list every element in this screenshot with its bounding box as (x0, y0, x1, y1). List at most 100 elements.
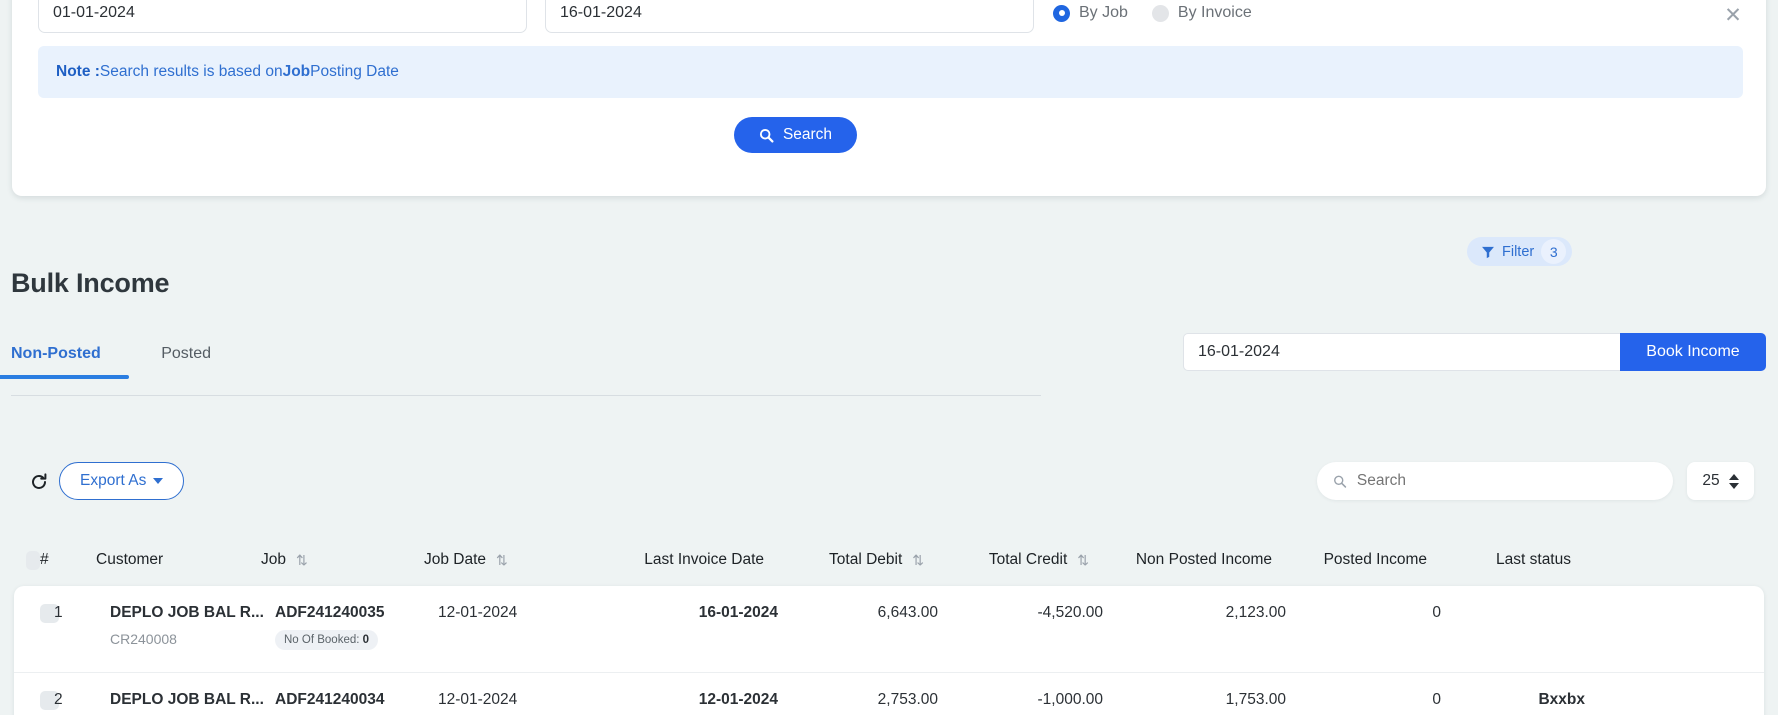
note-strong: Job (282, 63, 311, 80)
column-header-non-posted-income: Non Posted Income (1089, 551, 1272, 569)
table-search-input[interactable] (1356, 472, 1657, 490)
type-field: Type* By Job By Invoice (1053, 0, 1473, 33)
row-posted-income: 0 (1432, 691, 1441, 708)
row-non-posted-income: 1,753.00 (1225, 691, 1286, 708)
tab-posted[interactable]: Posted (161, 345, 211, 379)
stepper-updown-icon[interactable] (1728, 473, 1739, 489)
caret-down-icon (153, 478, 164, 484)
close-icon[interactable]: ✕ (1722, 4, 1744, 26)
column-header-posted-income: Posted Income (1272, 551, 1427, 569)
page-size-selector[interactable]: 25 (1687, 462, 1754, 500)
tab-divider (11, 395, 1041, 396)
page-size-value: 25 (1702, 472, 1720, 489)
note-text-2: Posting Date (310, 63, 399, 80)
column-header-job-date-label: Job Date (424, 551, 487, 568)
search-icon (759, 128, 774, 143)
column-header-customer: Customer (96, 551, 261, 569)
row-job-date: 12-01-2024 (438, 691, 518, 708)
column-header-job[interactable]: Job ⇅ (261, 551, 424, 569)
row-customer-name: DEPLO JOB BAL R... (110, 604, 264, 621)
radio-label-by-job: By Job (1079, 4, 1128, 21)
note-prefix: Note : (56, 63, 100, 80)
select-all-checkbox[interactable] (26, 550, 40, 570)
column-header-num: # (40, 551, 49, 568)
tab-non-posted[interactable]: Non-Posted (0, 345, 129, 379)
row-job-code: ADF241240035 (275, 604, 385, 621)
column-header-non-posted-income-label: Non Posted Income (1135, 551, 1272, 568)
radio-dot-selected-icon[interactable] (1053, 4, 1070, 22)
row-last-status: Bxxbx (1538, 691, 1585, 708)
refresh-button[interactable] (24, 467, 54, 497)
radio-option-by-job[interactable]: By Job (1053, 4, 1128, 22)
to-date-field: To Date* (545, 0, 1034, 33)
column-header-total-credit[interactable]: Total Credit ⇅ (924, 551, 1089, 569)
filter-label: Filter (1502, 243, 1535, 260)
row-total-debit: 2,753.00 (877, 691, 938, 708)
row-last-invoice-date: 12-01-2024 (698, 691, 778, 708)
column-header-last-invoice-date-label: Last Invoice Date (644, 551, 764, 568)
to-date-input[interactable] (545, 0, 1034, 33)
row-number: 1 (54, 604, 63, 621)
note-text-1: Search results is based on (99, 63, 283, 80)
column-header-total-debit-label: Total Debit (829, 551, 903, 568)
from-date-input[interactable] (38, 0, 527, 33)
type-radio-group: By Job By Invoice (1053, 0, 1473, 33)
export-as-button[interactable]: Export As (59, 462, 185, 500)
sort-updown-icon[interactable]: ⇅ (912, 552, 924, 569)
column-header-total-debit[interactable]: Total Debit ⇅ (764, 551, 924, 569)
page-title: Bulk Income (11, 268, 170, 298)
table-card: 1 DEPLO JOB BAL R... CR240008 ADF2412400… (14, 586, 1764, 715)
row-customer: DEPLO JOB BAL R... (110, 691, 275, 715)
column-header-last-invoice-date: Last Invoice Date (589, 551, 764, 569)
select-all-cell (0, 550, 40, 570)
row-job: ADF241240034 (275, 691, 438, 709)
sort-updown-icon[interactable]: ⇅ (496, 552, 508, 569)
row-number: 2 (54, 691, 63, 708)
row-select-cell (14, 604, 59, 628)
table-row[interactable]: 2 DEPLO JOB BAL R... ADF241240034 12-01-… (14, 672, 1764, 715)
row-last-invoice-date: 16-01-2024 (698, 604, 778, 621)
tab-bar: Non-Posted Posted (0, 345, 267, 379)
filter-button[interactable]: Filter 3 (1467, 237, 1573, 266)
column-header-posted-income-label: Posted Income (1323, 551, 1427, 568)
book-income-button[interactable]: Book Income (1620, 333, 1766, 371)
radio-label-by-invoice: By Invoice (1177, 4, 1252, 21)
radio-dot-icon[interactable] (1151, 4, 1169, 22)
row-total-credit: -4,520.00 (1037, 604, 1104, 621)
radio-option-by-invoice[interactable]: By Invoice (1151, 4, 1252, 22)
row-customer: DEPLO JOB BAL R... CR240008 (110, 604, 275, 647)
column-header-last-status: Last status (1427, 551, 1587, 569)
row-job-booked-badge: No Of Booked: 0 (275, 630, 379, 650)
row-customer-name: DEPLO JOB BAL R... (110, 691, 264, 708)
sort-updown-icon[interactable]: ⇅ (296, 552, 308, 569)
column-header-job-date[interactable]: Job Date ⇅ (424, 551, 589, 569)
export-as-label: Export As (80, 472, 147, 489)
book-income-date-input[interactable] (1183, 333, 1620, 371)
column-header-total-credit-label: Total Credit (988, 551, 1068, 568)
row-total-debit: 6,643.00 (877, 604, 938, 621)
row-job-booked-label: No Of Booked: (284, 634, 360, 646)
from-date-field: From Date* (38, 0, 527, 33)
filter-count-badge: 3 (1541, 239, 1567, 264)
row-total-credit: -1,000.00 (1037, 691, 1104, 708)
table-row[interactable]: 1 DEPLO JOB BAL R... CR240008 ADF2412400… (14, 586, 1764, 672)
row-non-posted-income: 2,123.00 (1225, 604, 1286, 621)
column-header-job-label: Job (261, 551, 286, 568)
funnel-icon (1482, 246, 1494, 258)
column-header-last-status-label: Last status (1496, 551, 1571, 568)
search-filter-panel: ✕ From Date* To Date* Type* By Job (12, 0, 1766, 196)
note-banner: Note : Search results is based on Job Po… (38, 46, 1743, 98)
table-header-row: # Customer Job ⇅ Job Date ⇅ Last Invoice… (0, 534, 1778, 586)
table-search-box[interactable] (1317, 462, 1673, 500)
row-customer-code: CR240008 (110, 631, 177, 647)
row-posted-income: 0 (1432, 604, 1441, 621)
row-job-booked-value: 0 (362, 634, 370, 646)
row-job: ADF241240035 No Of Booked: 0 (275, 604, 438, 650)
sort-updown-icon[interactable]: ⇅ (1077, 552, 1089, 569)
column-header-customer-label: Customer (96, 551, 164, 568)
book-income-group: Book Income (1183, 333, 1766, 371)
search-button[interactable]: Search (734, 117, 857, 153)
refresh-icon (32, 473, 47, 489)
row-select-cell (14, 691, 59, 715)
search-button-label: Search (782, 126, 833, 143)
